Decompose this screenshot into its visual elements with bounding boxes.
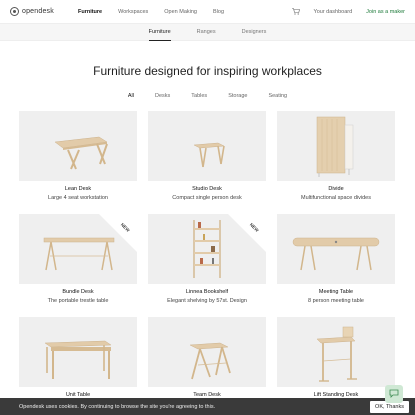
main-nav: Furniture Workspaces Open Making Blog bbox=[78, 9, 240, 15]
filter-desks[interactable]: Desks bbox=[155, 93, 170, 99]
nav-item-blog[interactable]: Blog bbox=[213, 9, 224, 15]
dashboard-link[interactable]: Your dashboard bbox=[314, 9, 353, 15]
product-description: Multifunctional space divides bbox=[300, 195, 371, 201]
account-area: Your dashboard Join as a maker bbox=[291, 8, 405, 15]
sub-navigation: Furniture Ranges Designers bbox=[0, 24, 415, 41]
product-name[interactable]: Studio Desk bbox=[148, 186, 266, 192]
cookie-message: Opendesk uses cookies. By continuing to … bbox=[19, 403, 216, 410]
category-filters: All Desks Tables Storage Seating bbox=[0, 93, 415, 99]
product-description: Large 4 seat workstation bbox=[48, 195, 108, 201]
filter-seating[interactable]: Seating bbox=[268, 93, 287, 99]
filter-all[interactable]: All bbox=[128, 93, 134, 99]
product-grid: Lean Desk Large 4 seat workstation Studi… bbox=[19, 111, 397, 415]
logo-text: opendesk bbox=[22, 8, 54, 15]
nav-item-furniture[interactable]: Furniture bbox=[78, 9, 102, 15]
cart-icon[interactable] bbox=[291, 8, 300, 15]
new-badge-corner bbox=[99, 214, 137, 252]
product-name[interactable]: Meeting Table bbox=[277, 289, 395, 295]
product-description: Compact single person desk bbox=[172, 195, 242, 201]
product-image[interactable] bbox=[277, 111, 395, 181]
new-badge-corner bbox=[228, 214, 266, 252]
product-image[interactable] bbox=[19, 317, 137, 387]
nav-item-workspaces[interactable]: Workspaces bbox=[118, 9, 148, 15]
product-image[interactable] bbox=[148, 111, 266, 181]
product-image[interactable] bbox=[19, 111, 137, 181]
filter-storage[interactable]: Storage bbox=[228, 93, 247, 99]
nav-item-open-making[interactable]: Open Making bbox=[164, 9, 197, 15]
filter-tables[interactable]: Tables bbox=[191, 93, 207, 99]
product-image[interactable] bbox=[148, 317, 266, 387]
chat-icon bbox=[389, 385, 399, 403]
product-image[interactable] bbox=[277, 317, 395, 387]
subnav-ranges[interactable]: Ranges bbox=[197, 24, 216, 40]
join-maker-link[interactable]: Join as a maker bbox=[366, 9, 405, 15]
product-description: Elegant shelving by 57st. Design bbox=[167, 298, 247, 304]
product-name[interactable]: Bundle Desk bbox=[19, 289, 137, 295]
product-card-linnea-bookshelf[interactable]: NEW Linnea Bookshelf Elegant shelving by… bbox=[148, 214, 266, 317]
product-card-studio-desk[interactable]: Studio Desk Compact single person desk bbox=[148, 111, 266, 214]
cookie-banner: Opendesk uses cookies. By continuing to … bbox=[0, 398, 415, 415]
product-description: 8 person meeting table bbox=[308, 298, 364, 304]
top-navigation: opendesk Furniture Workspaces Open Makin… bbox=[0, 0, 415, 24]
subnav-designers[interactable]: Designers bbox=[242, 24, 267, 40]
subnav-furniture[interactable]: Furniture bbox=[148, 24, 171, 41]
product-card-lean-desk[interactable]: Lean Desk Large 4 seat workstation bbox=[19, 111, 137, 214]
product-image[interactable] bbox=[277, 214, 395, 284]
chat-button[interactable] bbox=[385, 385, 403, 403]
logo[interactable]: opendesk bbox=[10, 7, 54, 16]
product-name[interactable]: Divide bbox=[277, 186, 395, 192]
product-name[interactable]: Lean Desk bbox=[19, 186, 137, 192]
product-image[interactable]: NEW bbox=[19, 214, 137, 284]
product-image[interactable]: NEW bbox=[148, 214, 266, 284]
logo-icon bbox=[10, 7, 19, 16]
product-card-meeting-table[interactable]: Meeting Table 8 person meeting table bbox=[277, 214, 395, 317]
product-card-divide[interactable]: Divide Multifunctional space divides bbox=[277, 111, 395, 214]
product-description: The portable trestle table bbox=[47, 298, 109, 304]
product-card-bundle-desk[interactable]: NEW Bundle Desk The portable trestle tab… bbox=[19, 214, 137, 317]
product-name[interactable]: Linnea Bookshelf bbox=[148, 289, 266, 295]
page-title: Furniture designed for inspiring workpla… bbox=[93, 64, 322, 78]
